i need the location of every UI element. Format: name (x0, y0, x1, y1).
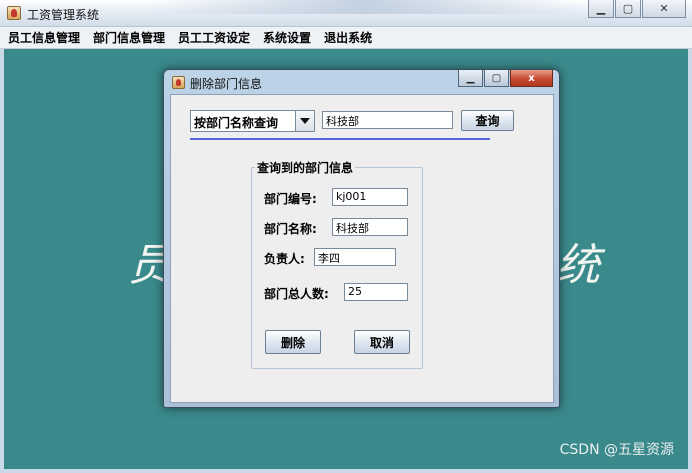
window-controls: ▁ ▢ ✕ (587, 0, 686, 18)
headcount-field[interactable]: 25 (344, 283, 408, 301)
menubar: 员工信息管理 部门信息管理 员工工资设定 系统设置 退出系统 (0, 27, 692, 49)
titlebar-glass (150, 0, 580, 14)
manager-label: 负责人: (264, 252, 305, 266)
menu-employee-info[interactable]: 员工信息管理 (8, 29, 80, 46)
dept-id-label: 部门编号: (264, 192, 317, 206)
menu-exit[interactable]: 退出系统 (324, 29, 372, 46)
dept-name-field[interactable]: 科技部 (332, 218, 408, 236)
search-mode-select[interactable]: 按部门名称查询 (190, 110, 315, 132)
main-titlebar: 工资管理系统 ▁ ▢ ✕ (0, 0, 692, 27)
close-button[interactable]: ✕ (642, 0, 686, 18)
divider-line (190, 138, 490, 140)
delete-department-dialog: 删除部门信息 ▁ ▢ x 按部门名称查询 科技部 查询 查询到的部门信息 部门编… (163, 69, 560, 408)
cancel-button[interactable]: 取消 (354, 330, 410, 354)
dept-id-field[interactable]: kj001 (332, 188, 408, 206)
dialog-close-button[interactable]: x (510, 70, 553, 87)
dialog-content: 按部门名称查询 科技部 查询 查询到的部门信息 部门编号: kj001 部门名称… (170, 94, 554, 403)
menu-salary-settings[interactable]: 员工工资设定 (178, 29, 250, 46)
delete-button[interactable]: 删除 (265, 330, 321, 354)
java-app-icon (7, 6, 21, 20)
background-text-right: 统 (556, 240, 600, 291)
group-title: 查询到的部门信息 (255, 159, 356, 176)
window-title: 工资管理系统 (27, 8, 100, 22)
minimize-button[interactable]: ▁ (588, 0, 614, 18)
maximize-button[interactable]: ▢ (615, 0, 641, 18)
dept-name-label: 部门名称: (264, 222, 317, 236)
menu-department-info[interactable]: 部门信息管理 (93, 29, 165, 46)
menu-system-settings[interactable]: 系统设置 (263, 29, 311, 46)
search-button[interactable]: 查询 (461, 110, 514, 131)
manager-field[interactable]: 李四 (314, 248, 396, 266)
headcount-label: 部门总人数: (264, 287, 329, 301)
chevron-down-icon[interactable] (295, 111, 314, 131)
search-keyword-input[interactable]: 科技部 (322, 111, 453, 129)
dialog-minimize-button[interactable]: ▁ (458, 70, 483, 87)
java-dialog-icon (172, 76, 185, 89)
watermark: CSDN @五星资源 (559, 442, 674, 458)
dialog-title: 删除部门信息 (190, 77, 263, 91)
dialog-maximize-button[interactable]: ▢ (484, 70, 509, 87)
department-info-group: 查询到的部门信息 部门编号: kj001 部门名称: 科技部 负责人: 李四 部… (251, 159, 423, 369)
dialog-controls: ▁ ▢ x (457, 70, 553, 87)
search-mode-value: 按部门名称查询 (194, 116, 279, 130)
